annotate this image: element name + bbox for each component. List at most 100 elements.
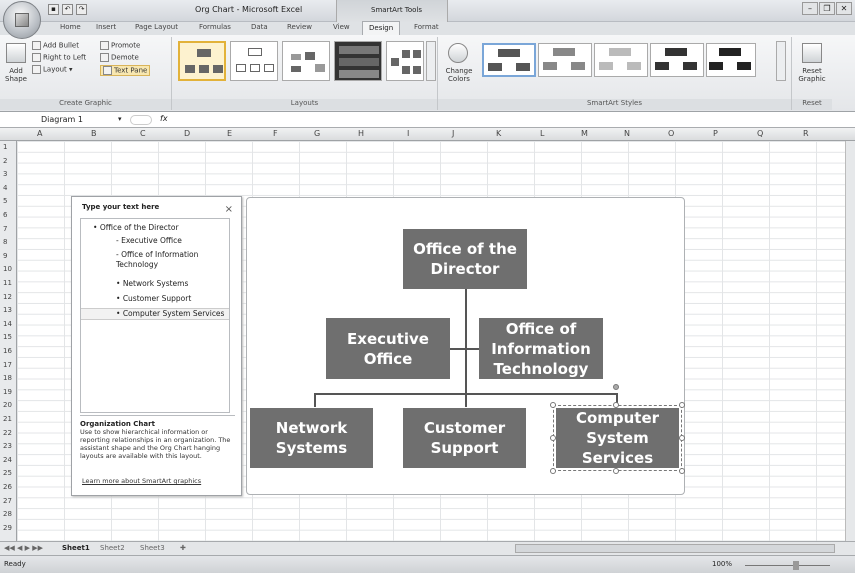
right-to-left-button[interactable]: Right to Left xyxy=(32,53,86,62)
col-k[interactable]: K xyxy=(496,129,501,138)
text-pane-button[interactable]: Text Pane xyxy=(100,65,151,76)
resize-handle[interactable] xyxy=(550,402,556,408)
list-item[interactable]: • Customer Support xyxy=(116,294,191,304)
undo-icon[interactable]: ↶ xyxy=(62,4,73,15)
row-header[interactable]: 21 xyxy=(3,415,12,423)
style-intense-effect[interactable] xyxy=(706,43,756,77)
save-icon[interactable]: ▪ xyxy=(48,4,59,15)
tab-sheet1[interactable]: Sheet1 xyxy=(62,544,90,552)
resize-handle[interactable] xyxy=(550,468,556,474)
palette-icon[interactable] xyxy=(448,43,468,63)
col-r[interactable]: R xyxy=(803,129,809,138)
tab-formulas[interactable]: Formulas xyxy=(199,23,231,31)
text-pane-list[interactable]: • Office of the Director - Executive Off… xyxy=(80,218,230,413)
list-item[interactable]: • Network Systems xyxy=(116,279,188,289)
style-simple-fill[interactable] xyxy=(482,43,536,77)
rotate-handle[interactable] xyxy=(613,384,619,390)
col-i[interactable]: I xyxy=(407,129,409,138)
col-o[interactable]: O xyxy=(668,129,674,138)
resize-handle[interactable] xyxy=(679,435,685,441)
reset-graphic-button[interactable]: Reset Graphic xyxy=(794,67,830,83)
row-header[interactable]: 29 xyxy=(3,524,12,532)
row-header[interactable]: 3 xyxy=(3,170,7,178)
row-header[interactable]: 2 xyxy=(3,157,7,165)
tab-data[interactable]: Data xyxy=(251,23,268,31)
row-header[interactable]: 23 xyxy=(3,442,12,450)
restore-icon[interactable]: ❐ xyxy=(819,2,835,15)
style-moderate-effect[interactable] xyxy=(650,43,704,77)
col-e[interactable]: E xyxy=(227,129,232,138)
tab-page-layout[interactable]: Page Layout xyxy=(135,23,178,31)
tab-review[interactable]: Review xyxy=(287,23,312,31)
style-subtle-effect[interactable] xyxy=(594,43,648,77)
layout-horizontal-hierarchy[interactable] xyxy=(386,41,424,81)
insert-sheet-icon[interactable]: ✚ xyxy=(180,544,186,552)
row-header[interactable]: 4 xyxy=(3,184,7,192)
row-header[interactable]: 14 xyxy=(3,320,12,328)
col-b[interactable]: B xyxy=(91,129,97,138)
layout-button[interactable]: Layout ▾ xyxy=(32,65,73,74)
name-box[interactable]: Diagram 1 xyxy=(19,114,119,126)
style-white-outline[interactable] xyxy=(538,43,592,77)
list-item[interactable]: - Executive Office xyxy=(116,236,182,246)
org-node-it[interactable]: Office of Information Technology xyxy=(479,318,603,379)
layouts-scroll[interactable] xyxy=(426,41,436,81)
tab-sheet3[interactable]: Sheet3 xyxy=(140,544,165,552)
list-item[interactable]: • Office of the Director xyxy=(93,223,179,233)
close-icon[interactable]: ✕ xyxy=(836,2,852,15)
zoom-thumb[interactable] xyxy=(793,561,799,570)
tab-view[interactable]: View xyxy=(333,23,350,31)
col-q[interactable]: Q xyxy=(757,129,763,138)
col-c[interactable]: C xyxy=(140,129,146,138)
add-bullet-button[interactable]: Add Bullet xyxy=(32,41,79,50)
add-shape-icon[interactable] xyxy=(6,43,26,63)
row-header[interactable]: 6 xyxy=(3,211,7,219)
row-header[interactable]: 19 xyxy=(3,388,12,396)
col-g[interactable]: G xyxy=(314,129,320,138)
row-header[interactable]: 1 xyxy=(3,143,7,151)
list-item[interactable]: - Office of Information Technology xyxy=(116,250,221,270)
resize-handle[interactable] xyxy=(550,435,556,441)
zoom-slider[interactable] xyxy=(745,565,830,566)
col-a[interactable]: A xyxy=(37,129,42,138)
col-f[interactable]: F xyxy=(273,129,278,138)
col-j[interactable]: J xyxy=(452,129,454,138)
col-m[interactable]: M xyxy=(581,129,588,138)
org-node-support[interactable]: Customer Support xyxy=(403,408,526,468)
row-header[interactable]: 11 xyxy=(3,279,12,287)
col-p[interactable]: P xyxy=(713,129,718,138)
row-header[interactable]: 13 xyxy=(3,306,12,314)
list-item[interactable]: • Computer System Services xyxy=(81,308,229,320)
resize-handle[interactable] xyxy=(613,468,619,474)
resize-handle[interactable] xyxy=(679,402,685,408)
add-shape-button[interactable]: Add Shape xyxy=(2,67,30,83)
row-header[interactable]: 12 xyxy=(3,293,12,301)
row-header[interactable]: 27 xyxy=(3,497,12,505)
demote-button[interactable]: Demote xyxy=(100,53,139,62)
row-header[interactable]: 25 xyxy=(3,469,12,477)
promote-button[interactable]: Promote xyxy=(100,41,140,50)
layout-half-circle[interactable] xyxy=(282,41,330,81)
minimize-icon[interactable]: – xyxy=(802,2,818,15)
row-header[interactable]: 22 xyxy=(3,429,12,437)
styles-scroll[interactable] xyxy=(776,41,786,81)
row-header[interactable]: 7 xyxy=(3,225,7,233)
sheet-nav-icon[interactable]: ◀◀ ◀ ▶ ▶▶ xyxy=(4,544,43,552)
row-header[interactable]: 18 xyxy=(3,374,12,382)
row-header[interactable]: 10 xyxy=(3,265,12,273)
tab-design[interactable]: Design xyxy=(362,21,401,35)
org-node-director[interactable]: Office of the Director xyxy=(403,229,527,289)
org-node-network[interactable]: Network Systems xyxy=(250,408,373,468)
row-header[interactable]: 16 xyxy=(3,347,12,355)
layout-hierarchy[interactable] xyxy=(334,41,382,81)
row-header[interactable]: 26 xyxy=(3,483,12,491)
office-button[interactable] xyxy=(3,1,41,39)
col-h[interactable]: H xyxy=(358,129,364,138)
change-colors-button[interactable]: Change Colors xyxy=(442,67,476,83)
learn-more-link[interactable]: Learn more about SmartArt graphics xyxy=(82,477,201,485)
resize-handle[interactable] xyxy=(679,468,685,474)
redo-icon[interactable]: ↷ xyxy=(76,4,87,15)
row-header[interactable]: 15 xyxy=(3,333,12,341)
resize-handle[interactable] xyxy=(613,402,619,408)
layout-name-title[interactable] xyxy=(230,41,278,81)
